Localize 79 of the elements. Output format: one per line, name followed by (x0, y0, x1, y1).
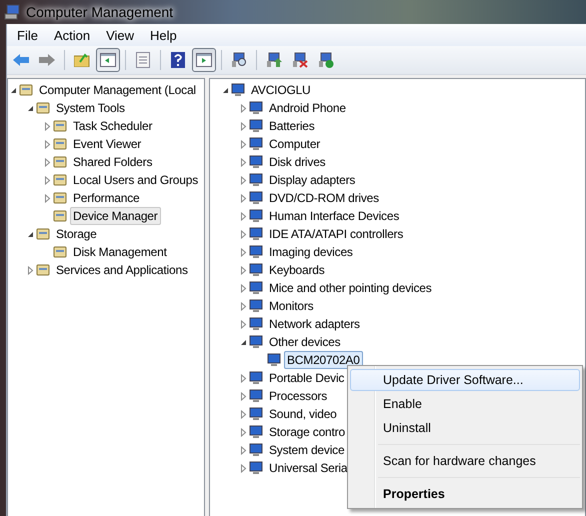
tree-item[interactable]: System device (266, 441, 348, 459)
tree-item[interactable]: Computer (266, 135, 324, 153)
tree-item[interactable]: AVCIOGLU (248, 81, 314, 99)
tree-item[interactable]: Android Phone (266, 99, 349, 117)
menu-item[interactable]: Properties (350, 483, 580, 505)
tree-item[interactable]: Monitors (266, 297, 316, 315)
tree-item[interactable]: Human Interface Devices (266, 207, 402, 225)
device-icon (248, 154, 264, 170)
window-title: Computer Management (26, 4, 174, 20)
tree-item[interactable]: Storage (53, 225, 100, 243)
device-icon (248, 208, 264, 224)
tree-item[interactable]: Local Users and Groups (70, 171, 201, 189)
device-icon (248, 298, 264, 314)
tree-item[interactable]: Processors (266, 387, 330, 405)
tree-item[interactable]: Shared Folders (70, 153, 156, 171)
device-icon (248, 244, 264, 260)
device-icon (248, 136, 264, 152)
toolbar-button[interactable] (96, 48, 120, 72)
folder-icon (74, 53, 90, 67)
menu-item[interactable]: Action (46, 28, 98, 42)
tree-item[interactable]: Imaging devices (266, 243, 356, 261)
tree-item[interactable]: Event Viewer (70, 135, 144, 153)
monitor-cross-icon (292, 52, 308, 68)
device-icon (248, 388, 264, 404)
device-icon (248, 262, 264, 278)
menu-item[interactable]: Scan for hardware changes (350, 450, 580, 472)
tree-item[interactable]: DVD/CD-ROM drives (266, 189, 382, 207)
menu-item[interactable]: File (9, 28, 46, 42)
tree-item[interactable]: System Tools (53, 99, 128, 117)
tree-item[interactable]: Network adapters (266, 315, 363, 333)
device-icon (248, 100, 264, 116)
help-icon (171, 52, 185, 68)
tree-item[interactable]: Sound, video (266, 405, 340, 423)
tree-item[interactable]: Keyboards (266, 261, 328, 279)
menu-item[interactable]: Update Driver Software... (350, 369, 580, 391)
monitor-search-icon (231, 52, 247, 68)
tree-item[interactable]: Storage contro (266, 423, 348, 441)
tree-item[interactable]: Display adapters (266, 171, 358, 189)
tree-item[interactable]: Other devices (266, 333, 344, 351)
tree-item[interactable]: Disk drives (266, 153, 328, 171)
device-icon (248, 280, 264, 296)
device-icon (248, 316, 264, 332)
tree-item[interactable]: Portable Devic (266, 369, 348, 387)
device-icon (248, 190, 264, 206)
tree-item[interactable]: Universal Seria (266, 459, 350, 477)
device-icon (248, 370, 264, 386)
tree-item[interactable]: Batteries (266, 117, 318, 135)
toolbar-button[interactable] (192, 48, 216, 72)
tree-item[interactable]: Task Scheduler (70, 117, 156, 135)
device-icon (248, 172, 264, 188)
tree-item[interactable]: BCM20702A0 (284, 351, 363, 369)
device-icon (248, 442, 264, 458)
expand-arrow[interactable] (25, 265, 35, 275)
tree-item[interactable]: Services and Applications (53, 261, 191, 279)
tree-item[interactable]: Performance (70, 189, 142, 207)
tree-item[interactable]: IDE ATA/ATAPI controllers (266, 225, 406, 243)
device-arrow-icon (266, 52, 282, 68)
tree-item[interactable]: Computer Management (Local (36, 81, 199, 99)
pane-icon (196, 53, 212, 67)
device-icon (248, 460, 264, 476)
forward-arrow-icon (38, 53, 56, 67)
device-icon (248, 424, 264, 440)
back-arrow-icon (12, 53, 30, 67)
menu-item[interactable]: Enable (350, 393, 580, 415)
menu-item[interactable]: Uninstall (350, 417, 580, 439)
device-icon (248, 226, 264, 242)
pane-icon (100, 53, 116, 67)
device-icon (266, 352, 282, 368)
document-icon (136, 52, 150, 68)
computer-icon (4, 4, 20, 20)
device-icon (248, 334, 264, 350)
device-icon (230, 82, 246, 98)
device-icon (248, 118, 264, 134)
tree-item[interactable]: Mice and other pointing devices (266, 279, 435, 297)
device-icon (248, 406, 264, 422)
menu-item[interactable]: View (98, 28, 142, 42)
tree-item[interactable]: Disk Management (70, 243, 170, 261)
menu-item[interactable]: Help (142, 28, 185, 42)
tree-item[interactable]: Device Manager (70, 207, 161, 225)
